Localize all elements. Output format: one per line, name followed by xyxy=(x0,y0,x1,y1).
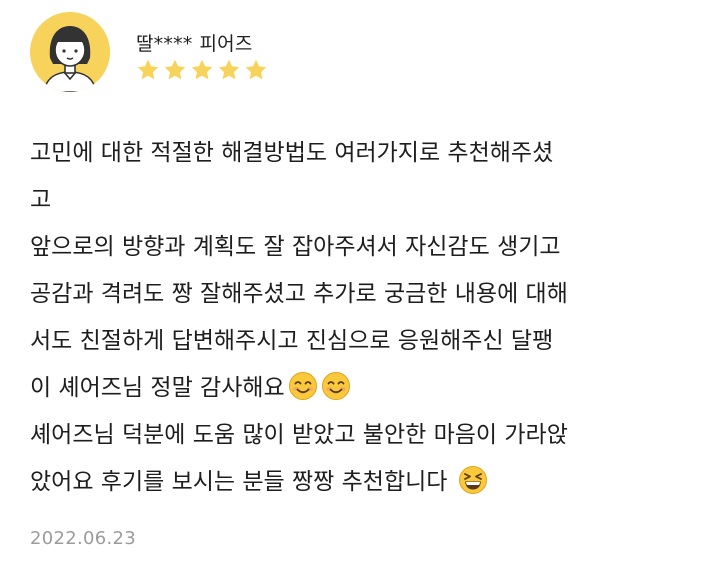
review-line: 서도 친절하게 답변해주시고 진심으로 응원해주신 달팽 xyxy=(30,328,554,354)
avatar xyxy=(30,12,110,92)
review-card: 딸**** 피어즈 고민에 대한 적절한 해결방법도 여러가지로 추천해주셨 고 … xyxy=(0,0,712,575)
review-line-text: 았어요 후기를 보시는 분들 짱짱 추천합니다 xyxy=(30,469,455,495)
star-icon xyxy=(217,58,241,82)
review-line-text: 이 셰어즈님 정말 감사해요 xyxy=(30,375,285,401)
review-line-with-emoji: 았어요 후기를 보시는 분들 짱짱 추천합니다 xyxy=(30,459,690,506)
review-line-with-emoji: 이 셰어즈님 정말 감사해요 xyxy=(30,365,690,412)
star-icon xyxy=(163,58,187,82)
star-icon xyxy=(136,58,160,82)
grinning-squinting-face-emoji-icon xyxy=(458,465,488,495)
review-line: 고민에 대한 적절한 해결방법도 여러가지로 추천해주셨 xyxy=(30,140,554,166)
reviewer-label: 피어즈 xyxy=(199,33,253,55)
reviewer-name: 딸**** 피어즈 xyxy=(136,29,253,56)
star-icon xyxy=(244,58,268,82)
star-icon xyxy=(190,58,214,82)
smiling-face-emoji-icon xyxy=(288,371,318,401)
review-line: 앞으로의 방향과 계획도 잘 잡아주셔서 자신감도 생기고 xyxy=(30,234,561,260)
review-date: 2022.06.23 xyxy=(30,528,137,549)
review-body: 고민에 대한 적절한 해결방법도 여러가지로 추천해주셨 고 앞으로의 방향과 … xyxy=(30,130,690,506)
review-header: 딸**** 피어즈 xyxy=(30,12,690,92)
review-line: 고 xyxy=(30,187,52,213)
smiling-face-emoji-icon xyxy=(321,371,351,401)
reviewer-nickname: 딸**** xyxy=(136,33,193,55)
review-line: 공감과 격려도 짱 잘해주셨고 추가로 궁금한 내용에 대해 xyxy=(30,281,568,307)
person-avatar-icon xyxy=(30,12,110,92)
review-line: 셰어즈님 덕분에 도움 많이 받았고 불안한 마음이 가라앉 xyxy=(30,422,568,448)
star-rating xyxy=(136,58,271,84)
